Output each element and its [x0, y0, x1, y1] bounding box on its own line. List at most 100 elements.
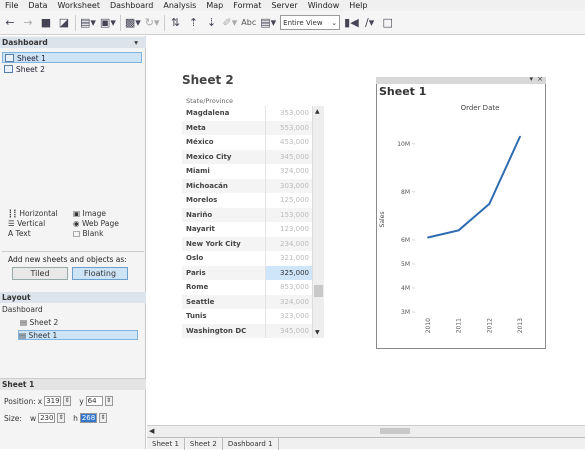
layout-item-sheet-2[interactable]: ▤ Sheet 2 [20, 318, 58, 328]
row-label: Washington DC [186, 326, 247, 335]
table-row[interactable]: Michoacán 303,000 [182, 178, 312, 194]
labels-button[interactable]: Abc [241, 15, 256, 31]
sheet-2-table: Magdalena 353,000 Meta 553,000 México 453,000… [182, 106, 328, 339]
x-tick-label: 2010 [425, 318, 432, 333]
layout-item-sheet-1[interactable]: ▤ Sheet 1 [18, 330, 138, 340]
table-row[interactable]: Tunis 323,000 [182, 309, 312, 324]
refresh-icon[interactable]: ↻▾ [145, 15, 160, 31]
canvas-scroll-thumb[interactable] [380, 428, 410, 434]
duplicate-sheet-icon[interactable]: ▣▾ [100, 15, 116, 31]
w-stepper[interactable]: ⇕ [57, 413, 66, 423]
sheet-list-item-sheet-1[interactable]: Sheet 1 [2, 52, 142, 63]
table-row[interactable]: Meta 553,000 [182, 120, 312, 136]
table-row[interactable]: Miami 324,000 [182, 164, 312, 179]
x-tick-label: 2011 [456, 318, 463, 333]
h-stepper[interactable]: ⇕ [98, 413, 107, 423]
canvas-horizontal-scrollbar[interactable]: ◀ [147, 425, 585, 437]
data-source-icon[interactable]: ◪ [57, 15, 71, 31]
fit-icon[interactable]: ▤▾ [260, 15, 276, 31]
layout-root[interactable]: Dashboard [2, 305, 43, 315]
y-input[interactable]: 64 [85, 396, 103, 406]
y-stepper[interactable]: ⇕ [104, 396, 113, 406]
layout-pane-header: Layout [0, 292, 146, 303]
table-row[interactable]: New York City 234,000 [182, 236, 312, 252]
row-value: 553,000 [265, 120, 312, 136]
forward-icon[interactable]: → [21, 15, 35, 31]
chevron-down-icon[interactable]: ▾ [529, 75, 533, 83]
menu-item-dashboard[interactable]: Dashboard [105, 0, 158, 11]
divider [2, 251, 144, 252]
menu-item-map[interactable]: Map [201, 0, 228, 11]
table-row[interactable]: Oslo 321,000 [182, 251, 312, 266]
table-row[interactable]: Washington DC 345,000 [182, 323, 312, 339]
save-icon[interactable]: ■ [39, 15, 53, 31]
back-icon[interactable]: ← [3, 15, 17, 31]
object-image[interactable]: ▣ Image [73, 209, 138, 219]
table-row[interactable]: Morelos 125,000 [182, 193, 312, 208]
x-stepper[interactable]: ⇕ [63, 396, 72, 406]
object-horizontal[interactable]: ┋┋ Horizontal [8, 209, 73, 219]
table-row[interactable]: Seattle 324,000 [182, 294, 312, 310]
menu-item-format[interactable]: Format [228, 0, 266, 11]
sheet-list-item-sheet-2[interactable]: Sheet 2 [2, 64, 142, 75]
table-row[interactable]: Nayarit 123,000 [182, 222, 312, 237]
menu-item-help[interactable]: Help [344, 0, 372, 11]
row-value: 324,000 [265, 164, 312, 179]
table-row[interactable]: Nariño 153,000 [182, 207, 312, 223]
sheet-tab[interactable]: Dashboard 1 [223, 438, 279, 450]
objects-grid: ┋┋ Horizontal ▣ Image ☰ Vertical ◉ Web P… [8, 209, 138, 239]
scroll-up-icon[interactable]: ▲ [315, 108, 320, 115]
table-scroll-thumb[interactable] [314, 285, 323, 297]
position-label: Position: [4, 396, 36, 406]
pen-icon[interactable]: ∕▾ [363, 15, 377, 31]
highlight-icon[interactable]: ✐▾ [223, 15, 238, 31]
sheet-1-drag-bar[interactable]: × ▾ [376, 75, 546, 84]
w-input[interactable]: 230 [38, 413, 56, 423]
presentation-mode-icon[interactable]: ▮◀ [344, 15, 359, 31]
close-icon[interactable]: × [537, 75, 543, 83]
fit-select[interactable]: Entire View ⌄ [280, 15, 341, 30]
pause-updates-icon[interactable]: ▩▾ [125, 15, 141, 31]
sort-ascending-icon[interactable]: ⇡ [187, 15, 201, 31]
object-vertical[interactable]: ☰ Vertical [8, 219, 73, 229]
y-tick-label: 4M [401, 285, 410, 292]
sort-descending-icon[interactable]: ⇣ [205, 15, 219, 31]
scroll-left-icon[interactable]: ◀ [149, 427, 154, 435]
scroll-down-icon[interactable]: ▼ [315, 329, 320, 336]
row-label: Nayarit [186, 225, 215, 233]
menu-item-server[interactable]: Server [266, 0, 302, 11]
new-worksheet-icon[interactable]: ▤▾ [80, 15, 96, 31]
swap-icon[interactable]: ⇅ [169, 15, 183, 31]
floating-button[interactable]: Floating [72, 267, 128, 280]
y-tick-label: 8M [401, 189, 410, 196]
toolbar: ← → ■ ◪ ▤▾ ▣▾ ▩▾ ↻▾ ⇅ ⇡ ⇣ ✐▾ Abc ▤▾ Enti… [0, 11, 585, 35]
present-icon[interactable]: □ [381, 15, 395, 31]
row-label: Michoacán [186, 181, 228, 190]
table-row[interactable]: Paris 325,000 [182, 265, 312, 281]
h-input[interactable]: 268 [79, 413, 97, 423]
object-blank[interactable]: □ Blank [73, 229, 138, 239]
object-text[interactable]: A Text [8, 229, 73, 239]
menu-item-window[interactable]: Window [303, 0, 345, 11]
pane-menu-icon[interactable]: ▾ [134, 37, 138, 48]
y-tick-label: 3M [401, 309, 410, 316]
table-row[interactable]: México 453,000 [182, 135, 312, 150]
x-input[interactable]: 319 [44, 396, 62, 406]
object-web-page[interactable]: ◉ Web Page [73, 219, 138, 229]
menu-item-analysis[interactable]: Analysis [158, 0, 201, 11]
table-row[interactable]: Mexico City 345,000 [182, 149, 312, 165]
data-point [427, 236, 429, 239]
dashboard-side-pane: Dashboard ▾ Sheet 1 Sheet 2 ┋┋ Horizonta… [0, 36, 146, 449]
tiled-button[interactable]: Tiled [12, 267, 68, 280]
table-row[interactable]: Magdalena 353,000 [182, 106, 312, 121]
table-row[interactable]: Rome 853,000 [182, 280, 312, 295]
data-point [519, 135, 521, 138]
row-label: Oslo [186, 254, 204, 262]
sheet-tab[interactable]: Sheet 1 [147, 438, 185, 450]
table-scrollbar[interactable]: ▲ ▼ [312, 106, 324, 338]
menu-item-data[interactable]: Data [23, 0, 52, 11]
row-value: 453,000 [265, 135, 312, 150]
menu-item-worksheet[interactable]: Worksheet [53, 0, 105, 11]
sheet-tab[interactable]: Sheet 2 [185, 438, 223, 450]
menu-item-file[interactable]: File [0, 0, 23, 11]
